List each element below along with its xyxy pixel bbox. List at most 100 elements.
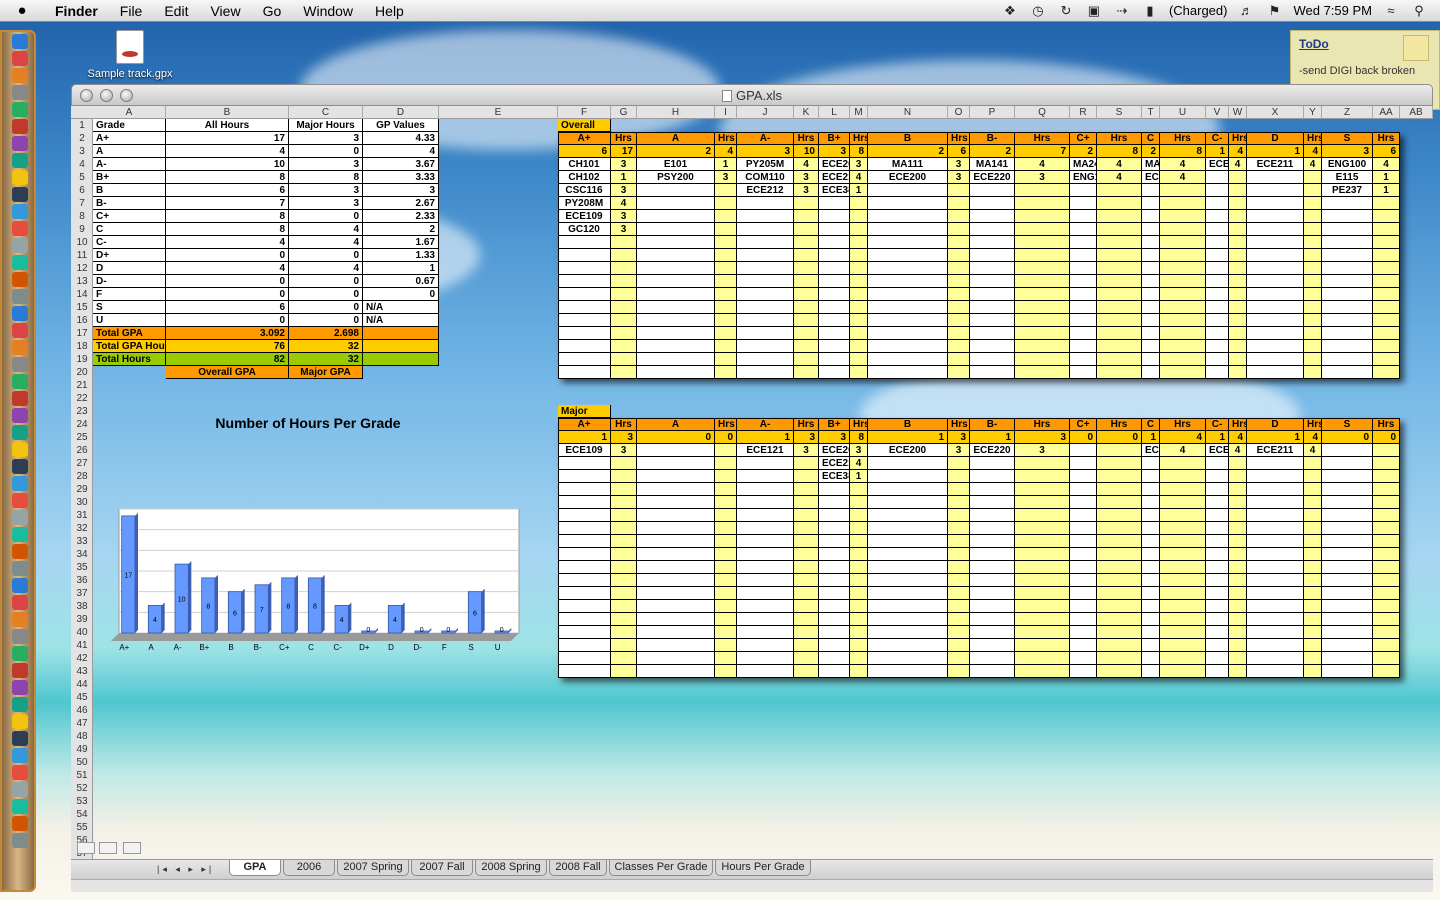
column-header[interactable]: R — [1070, 106, 1097, 119]
row-header[interactable]: 7 — [71, 197, 93, 210]
row-header[interactable]: 14 — [71, 288, 93, 301]
dock-app-icon[interactable] — [12, 289, 28, 304]
column-header[interactable]: X — [1247, 106, 1304, 119]
volume-icon[interactable]: ♬ — [1237, 3, 1255, 18]
gpa-cell[interactable]: 3 — [289, 184, 363, 197]
dock-app-icon[interactable] — [12, 578, 28, 593]
dock-app-icon[interactable] — [12, 544, 28, 559]
table-header-cell[interactable]: GP Values — [363, 119, 439, 132]
dock-app-icon[interactable] — [12, 595, 28, 610]
dock-app-icon[interactable] — [12, 374, 28, 389]
dock-app-icon[interactable] — [12, 51, 28, 66]
dock-app-icon[interactable] — [12, 714, 28, 729]
menu-help[interactable]: Help — [364, 3, 415, 19]
dock-app-icon[interactable] — [12, 799, 28, 814]
gpa-cell[interactable]: F — [93, 288, 166, 301]
sync-icon[interactable]: ↻ — [1057, 3, 1075, 18]
table-header-cell[interactable]: Major Hours — [289, 119, 363, 132]
gpa-cell[interactable]: A — [93, 145, 166, 158]
total-blank[interactable] — [363, 327, 439, 340]
gpa-cell[interactable]: 3 — [289, 132, 363, 145]
dock-app-icon[interactable] — [12, 323, 28, 338]
dock-app-icon[interactable] — [12, 816, 28, 831]
total-blank[interactable] — [363, 340, 439, 353]
gpa-cell[interactable]: 0 — [289, 210, 363, 223]
gpa-cell[interactable]: C — [93, 223, 166, 236]
sheet-nav-arrows[interactable]: |◂ ◂ ▸ ▸| — [157, 864, 214, 875]
row-header[interactable]: 44 — [71, 678, 93, 691]
gpa-cell[interactable]: 0 — [166, 249, 289, 262]
dock-app-icon[interactable] — [12, 102, 28, 117]
gpa-cell[interactable]: 17 — [166, 132, 289, 145]
dock-app-icon[interactable] — [12, 612, 28, 627]
gpa-cell[interactable]: 4 — [289, 236, 363, 249]
page-break-view-button[interactable] — [123, 842, 141, 854]
column-header[interactable]: T — [1142, 106, 1160, 119]
row-header[interactable]: 2 — [71, 132, 93, 145]
overall-gpa-label[interactable]: Overall GPA — [166, 366, 289, 379]
column-header[interactable]: D — [363, 106, 439, 119]
gpa-cell[interactable]: C- — [93, 236, 166, 249]
menu-file[interactable]: File — [109, 3, 154, 19]
dock-app-icon[interactable] — [12, 629, 28, 644]
column-header[interactable]: W — [1229, 106, 1247, 119]
dock-app-icon[interactable] — [12, 391, 28, 406]
dock-app-icon[interactable] — [12, 34, 28, 49]
gpa-cell[interactable]: 1.67 — [363, 236, 439, 249]
gpa-cell[interactable]: 6 — [166, 184, 289, 197]
battery-status[interactable]: (Charged) — [1169, 3, 1228, 18]
row-header[interactable]: 52 — [71, 782, 93, 795]
dock-app-icon[interactable] — [12, 510, 28, 525]
column-header[interactable]: B — [166, 106, 289, 119]
row-header[interactable]: 13 — [71, 275, 93, 288]
gpa-cell[interactable]: A+ — [93, 132, 166, 145]
window-titlebar[interactable]: GPA.xls — [71, 84, 1433, 106]
dock-app-icon[interactable] — [12, 459, 28, 474]
wifi-icon[interactable]: ≈ — [1382, 3, 1400, 18]
row-header[interactable]: 4 — [71, 158, 93, 171]
column-header[interactable]: O — [948, 106, 970, 119]
dock-app-icon[interactable] — [12, 697, 28, 712]
column-header[interactable]: J — [737, 106, 794, 119]
sheet-tab[interactable]: Hours Per Grade — [715, 860, 811, 876]
row-header[interactable]: 51 — [71, 769, 93, 782]
dock-app-icon[interactable] — [12, 85, 28, 100]
close-button[interactable] — [80, 89, 93, 102]
dock-app-icon[interactable] — [12, 187, 28, 202]
dock-app-icon[interactable] — [12, 204, 28, 219]
dock-app-icon[interactable] — [12, 357, 28, 372]
column-header[interactable]: I — [715, 106, 737, 119]
row-header[interactable]: 49 — [71, 743, 93, 756]
sheet-grid[interactable]: Grade All Hours Major Hours GP Values A+ 17 3 4… — [93, 119, 1433, 859]
gpa-cell[interactable]: 1 — [363, 262, 439, 275]
dock-app-icon[interactable] — [12, 153, 28, 168]
total-value[interactable]: 82 — [166, 353, 289, 366]
desktop-file-icon[interactable]: Sample track.gpx — [80, 30, 180, 80]
dock-app-icon[interactable] — [12, 493, 28, 508]
sheet-tab[interactable]: Classes Per Grade — [609, 860, 713, 876]
gpa-cell[interactable]: 10 — [166, 158, 289, 171]
menu-clock[interactable]: Wed 7:59 PM — [1293, 3, 1372, 18]
flag-icon[interactable]: ⚑ — [1265, 3, 1283, 18]
sheet-tab[interactable]: 2007 Fall — [411, 860, 473, 876]
dock-app-icon[interactable] — [12, 425, 28, 440]
major-label[interactable]: Major — [558, 405, 611, 418]
column-header[interactable]: AA — [1373, 106, 1400, 119]
column-header[interactable]: U — [1160, 106, 1206, 119]
row-header[interactable]: 21 — [71, 379, 93, 392]
row-header[interactable]: 48 — [71, 730, 93, 743]
row-header[interactable]: 16 — [71, 314, 93, 327]
row-header[interactable]: 34 — [71, 548, 93, 561]
row-header[interactable]: 29 — [71, 483, 93, 496]
gpa-cell[interactable]: 0 — [363, 288, 439, 301]
gpa-cell[interactable]: 0.67 — [363, 275, 439, 288]
gpa-cell[interactable]: C+ — [93, 210, 166, 223]
dock-app-icon[interactable] — [12, 731, 28, 746]
gpa-cell[interactable]: 4 — [166, 236, 289, 249]
row-header[interactable]: 9 — [71, 223, 93, 236]
column-header[interactable]: L — [819, 106, 850, 119]
dock-app-icon[interactable] — [12, 170, 28, 185]
gpa-cell[interactable]: U — [93, 314, 166, 327]
gpa-cell[interactable]: 0 — [289, 145, 363, 158]
gpa-cell[interactable]: B+ — [93, 171, 166, 184]
